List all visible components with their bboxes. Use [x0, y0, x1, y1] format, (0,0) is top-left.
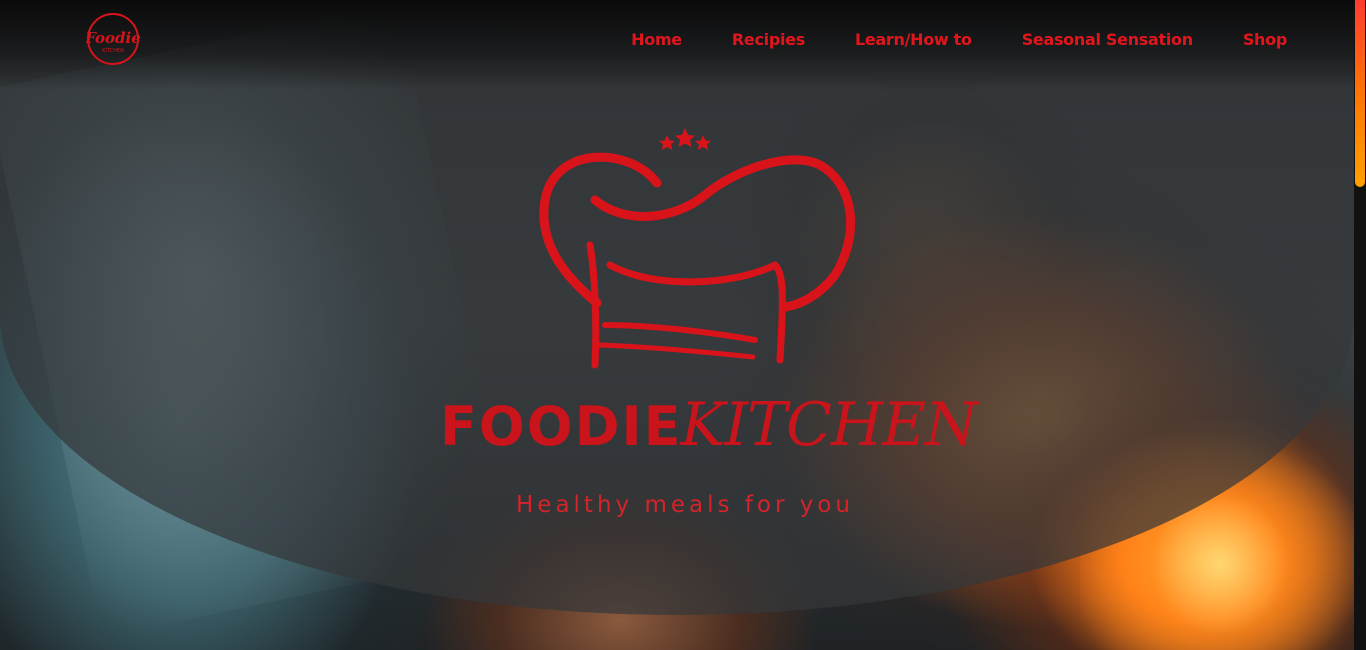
brand-logo-script: Foodie — [86, 29, 140, 47]
nav-seasonal-sensation[interactable]: Seasonal Sensation — [1022, 30, 1193, 49]
scrollbar[interactable] — [1354, 0, 1366, 650]
nav-links: Home Recipies Learn/How to Seasonal Sens… — [631, 30, 1287, 49]
foodie-kitchen-logo-icon: Foodie KITCHEN — [84, 13, 141, 65]
chef-hat-logo — [535, 125, 865, 375]
stars-icon — [659, 128, 711, 150]
hero-title: FOODIE KITCHEN — [440, 392, 978, 472]
brand-logo-sub: KITCHEN — [102, 48, 124, 54]
nav-shop[interactable]: Shop — [1243, 30, 1287, 49]
hero-title-foodie: FOODIE — [440, 395, 683, 458]
hero-title-kitchen: KITCHEN — [680, 390, 978, 460]
page: Foodie KITCHEN Home Recipies Learn/How t… — [0, 0, 1366, 650]
navbar: Foodie KITCHEN Home Recipies Learn/How t… — [0, 0, 1354, 82]
chef-hat-icon — [539, 128, 856, 369]
brand-logo[interactable]: Foodie KITCHEN — [84, 12, 141, 66]
scrollbar-thumb[interactable] — [1355, 0, 1365, 187]
nav-home[interactable]: Home — [631, 30, 682, 49]
hero-tagline: Healthy meals for you — [516, 492, 854, 518]
nav-learn-how-to[interactable]: Learn/How to — [855, 30, 972, 49]
nav-recipies[interactable]: Recipies — [732, 30, 805, 49]
